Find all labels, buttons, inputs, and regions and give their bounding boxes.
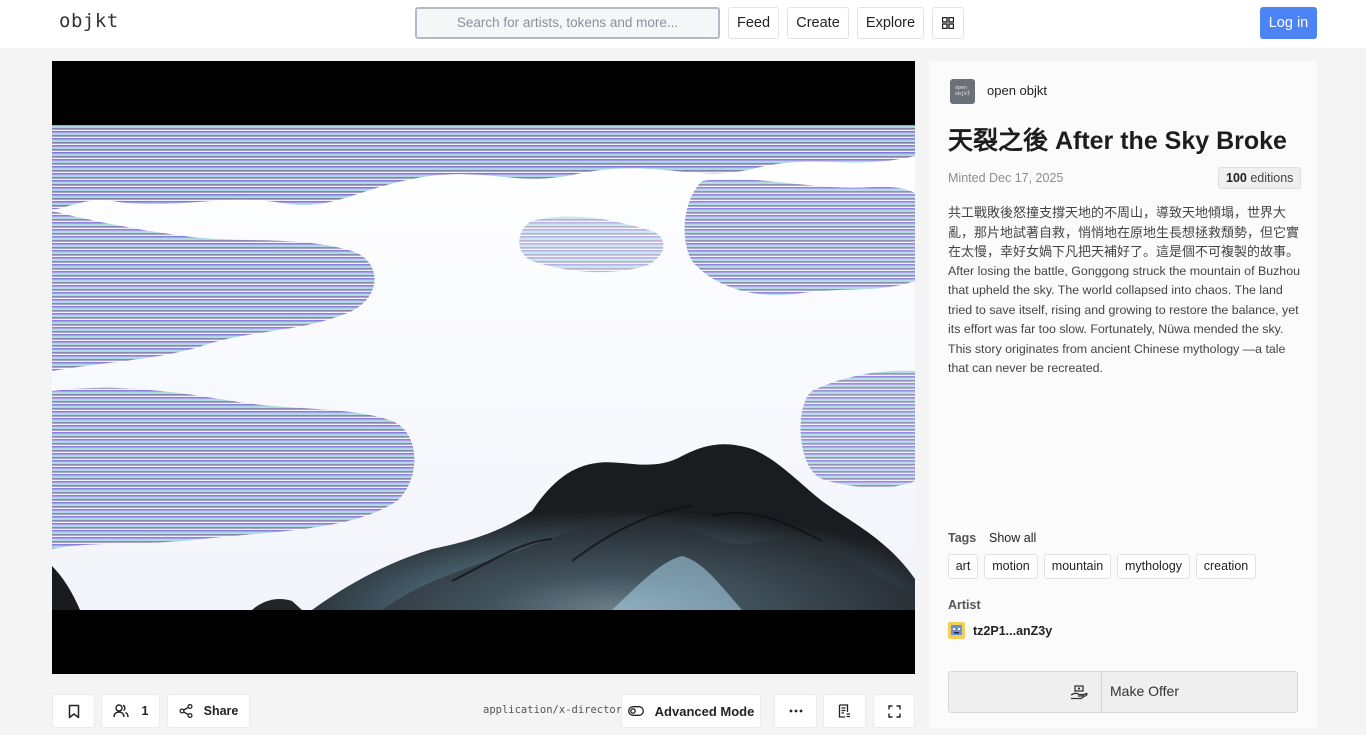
grid-icon bbox=[942, 17, 954, 29]
mime-type-label: application/x-directory bbox=[483, 704, 629, 716]
token-title: 天裂之後 After the Sky Broke bbox=[948, 127, 1287, 155]
owners-count: 1 bbox=[141, 704, 149, 718]
share-icon bbox=[179, 704, 193, 718]
more-icon bbox=[789, 709, 802, 713]
login-button[interactable]: Log in bbox=[1260, 7, 1317, 39]
toggle-icon bbox=[627, 706, 644, 716]
top-navigation-bar: objkt Search for artists, tokens and mor… bbox=[0, 0, 1366, 48]
advanced-mode-button[interactable]: Advanced Mode bbox=[621, 694, 761, 728]
search-input[interactable]: Search for artists, tokens and more... bbox=[415, 7, 720, 39]
tag-motion[interactable]: motion bbox=[984, 554, 1038, 579]
details-button[interactable] bbox=[823, 694, 866, 728]
details-icon bbox=[838, 704, 850, 718]
fullscreen-icon bbox=[887, 704, 901, 718]
artwork-image bbox=[52, 125, 915, 610]
description-chinese: 共工戰敗後怒撞支撐天地的不周山，導致天地傾塌，世界大亂，那片地試著自救，悄悄地在… bbox=[948, 205, 1300, 259]
apps-grid-button[interactable] bbox=[932, 7, 964, 39]
more-options-button[interactable] bbox=[774, 694, 817, 728]
share-button[interactable]: Share bbox=[167, 694, 250, 728]
make-offer-label: Make Offer bbox=[1110, 683, 1179, 699]
objkt-logo[interactable]: objkt bbox=[59, 10, 119, 32]
nav-create-button[interactable]: Create bbox=[787, 7, 849, 39]
editions-count: 100 bbox=[1226, 171, 1247, 185]
tag-mountain[interactable]: mountain bbox=[1044, 554, 1111, 579]
bookmark-button[interactable] bbox=[52, 694, 95, 728]
artist-address[interactable]: tz2P1...anZ3y bbox=[973, 624, 1052, 638]
artist-heading: Artist bbox=[948, 598, 981, 612]
offer-separator bbox=[1101, 672, 1102, 712]
advanced-mode-label: Advanced Mode bbox=[654, 703, 755, 719]
token-description: 共工戰敗後怒撞支撐天地的不周山，導致天地傾塌，世界大亂，那片地試著自救，悄悄地在… bbox=[948, 203, 1302, 379]
make-offer-button[interactable]: Make Offer bbox=[948, 671, 1298, 713]
nav-explore-button[interactable]: Explore bbox=[857, 7, 924, 39]
token-details-panel: open_ objkt open objkt 天裂之後 After the Sk… bbox=[929, 61, 1317, 728]
share-label: Share bbox=[203, 704, 239, 718]
editions-label: editions bbox=[1250, 171, 1294, 185]
bookmark-icon bbox=[68, 704, 79, 718]
fullscreen-button[interactable] bbox=[873, 694, 915, 728]
nav-feed-button[interactable]: Feed bbox=[728, 7, 779, 39]
owners-icon bbox=[112, 704, 129, 718]
artwork-viewer[interactable] bbox=[52, 61, 915, 674]
collection-name[interactable]: open objkt bbox=[987, 83, 1047, 98]
collection-avatar[interactable]: open_ objkt bbox=[950, 79, 975, 104]
show-all-tags-link[interactable]: Show all bbox=[989, 531, 1036, 545]
description-english: After losing the battle, Gonggong struck… bbox=[948, 263, 1300, 376]
offer-hand-icon bbox=[1049, 672, 1109, 712]
owners-button[interactable]: 1 bbox=[101, 694, 160, 728]
minted-date: Minted Dec 17, 2025 bbox=[948, 171, 1064, 185]
tag-mythology[interactable]: mythology bbox=[1117, 554, 1190, 579]
editions-badge: 100 editions bbox=[1218, 167, 1302, 189]
artist-avatar[interactable] bbox=[948, 622, 965, 639]
tags-heading: Tags bbox=[948, 531, 977, 545]
tag-creation[interactable]: creation bbox=[1196, 554, 1256, 579]
tag-art[interactable]: art bbox=[948, 554, 978, 579]
